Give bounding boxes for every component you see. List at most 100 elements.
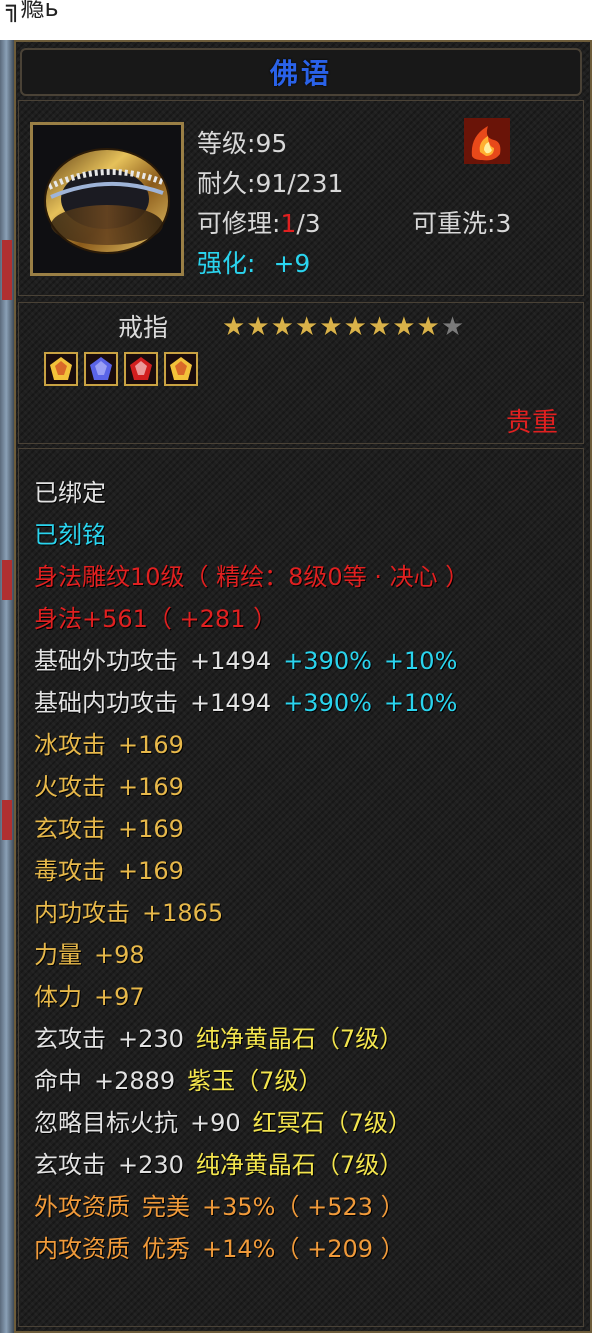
attribute-line: 毒攻击 +169 [34,850,481,892]
attribute-text: +169 [118,731,184,759]
attribute-text: 玄攻击 [34,1151,106,1179]
left-edge-red-strip [2,560,12,600]
attribute-text: +1865 [142,899,224,927]
repair-row: 可修理:1/3 [197,209,321,238]
attribute-text: 外攻资质 [34,1193,130,1221]
star-filled-icon: ★ [246,312,270,342]
attribute-text: +169 [118,815,184,843]
attribute-text: 毒攻击 [34,857,106,885]
attribute-text: 身法+561（ +281 ） [34,605,278,633]
attribute-text: 玄攻击 [34,815,106,843]
ring-icon [33,125,181,273]
item-icon-frame[interactable] [30,122,184,276]
attribute-text: +390% [283,689,372,717]
attribute-text: +390% [283,647,372,675]
attribute-line: 内攻资质 优秀 +14%（ +209 ） [34,1228,481,1270]
attribute-line: 冰攻击 +169 [34,724,481,766]
enhance-value: +9 [273,249,311,278]
attribute-text: 基础外功攻击 [34,647,178,675]
attribute-text: 优秀 [142,1235,190,1263]
star-filled-icon: ★ [222,312,246,342]
rewash-value: 3 [495,209,512,238]
attribute-text: 命中 [34,1067,82,1095]
attribute-line: 力量 +98 [34,934,481,976]
attribute-line: 命中 +2889 紫玉（7级） [34,1060,481,1102]
attribute-text: 基础内功攻击 [34,689,178,717]
right-window-edge [592,40,600,1333]
attribute-text: +2889 [94,1067,176,1095]
attribute-line: 外攻资质 完美 +35%（ +523 ） [34,1186,481,1228]
attribute-line: 内功攻击 +1865 [34,892,481,934]
attribute-text: 冰攻击 [34,731,106,759]
attribute-text: 体力 [34,983,82,1011]
clipped-caption: ╗瘾ь [6,0,59,22]
attribute-line: 基础外功攻击 +1494 +390% +10% [34,640,481,682]
gem-yellow-icon[interactable] [164,352,198,386]
attribute-text: +98 [94,941,145,969]
star-filled-icon: ★ [294,312,319,342]
item-name: 戒指 [118,313,169,342]
item-title: 佛语 [269,57,332,90]
star-filled-icon: ★ [392,312,416,342]
attribute-line: 体力 +97 [34,976,481,1018]
attribute-line: 已刻铭 [34,514,481,556]
star-filled-icon: ★ [270,312,294,342]
attribute-text: +10% [383,647,458,675]
attribute-text: 忽略目标火抗 [34,1109,178,1137]
attribute-text: 内攻资质 [34,1235,130,1263]
attribute-line: 忽略目标火抗 +90 红冥石（7级） [34,1102,481,1144]
attribute-text: 力量 [34,941,82,969]
attribute-text: +90 [190,1109,241,1137]
flame-icon[interactable] [464,118,510,164]
enhance-row: 强化: +9 [197,244,310,280]
attribute-text: +14%（ +209 ） [202,1235,405,1263]
enhance-label: 强化: [197,249,256,278]
gem-yellow-icon[interactable] [44,352,78,386]
level-value: 95 [255,129,288,158]
attribute-text: +35%（ +523 ） [202,1193,405,1221]
left-window-edge [0,40,14,1333]
gem-purple-icon[interactable] [84,352,118,386]
attribute-text: 完美 [142,1193,190,1221]
attribute-text: +97 [94,983,145,1011]
attribute-text: 火攻击 [34,773,106,801]
attribute-text: 已刻铭 [34,521,106,549]
attribute-text: 紫玉（7级） [187,1067,323,1095]
attribute-line: 身法雕纹10级（ 精绘：8级0等 · 决心 ） [34,556,481,598]
repair-label: 可修理 [197,209,273,238]
attribute-text: 纯净黄晶石（7级） [195,1151,404,1179]
gem-sockets [44,352,198,386]
attribute-line: 火攻击 +169 [34,766,481,808]
rewash-row: 可重洗:3 [412,209,512,238]
attribute-text: 内功攻击 [34,899,130,927]
star-filled-icon: ★ [416,312,440,342]
attribute-text: +1494 [190,689,272,717]
attribute-text: 已绑定 [34,479,106,507]
attribute-list: 已绑定已刻铭身法雕纹10级（ 精绘：8级0等 · 决心 ） 身法+561（ +28… [34,472,481,1270]
attribute-text: 身法雕纹10级（ 精绘：8级0等 · 决心 ） [34,563,470,591]
attribute-text: 红冥石（7级） [252,1109,412,1137]
star-filled-icon: ★ [343,312,367,342]
repair-total: /3 [296,209,321,238]
item-title-bar: 佛语 [20,48,582,96]
attribute-text: +1494 [190,647,272,675]
rewash-label: 可重洗 [412,209,488,238]
rarity-label: 贵重 [505,408,558,438]
level-label: 等级 [197,129,248,158]
attribute-line: 基础内功攻击 +1494 +390% +10% [34,682,481,724]
durability-label: 耐久 [197,169,248,198]
star-filled-icon: ★ [319,312,343,342]
star-filled-icon: ★ [367,312,392,342]
attribute-line: 玄攻击 +230 纯净黄晶石（7级） [34,1018,481,1060]
attribute-text: +230 [118,1025,184,1053]
attribute-text: +10% [383,689,458,717]
durability-value: 91/231 [255,169,344,198]
left-edge-red-strip [2,240,12,300]
attribute-line: 已绑定 [34,472,481,514]
star-rating: ★ ★ ★ ★ ★ ★ ★ ★ ★ ★ [222,314,464,340]
left-edge-red-strip [2,800,12,840]
gem-red-icon[interactable] [124,352,158,386]
star-empty-icon: ★ [440,312,465,342]
attribute-text: 玄攻击 [34,1025,106,1053]
attribute-text: +169 [118,773,184,801]
